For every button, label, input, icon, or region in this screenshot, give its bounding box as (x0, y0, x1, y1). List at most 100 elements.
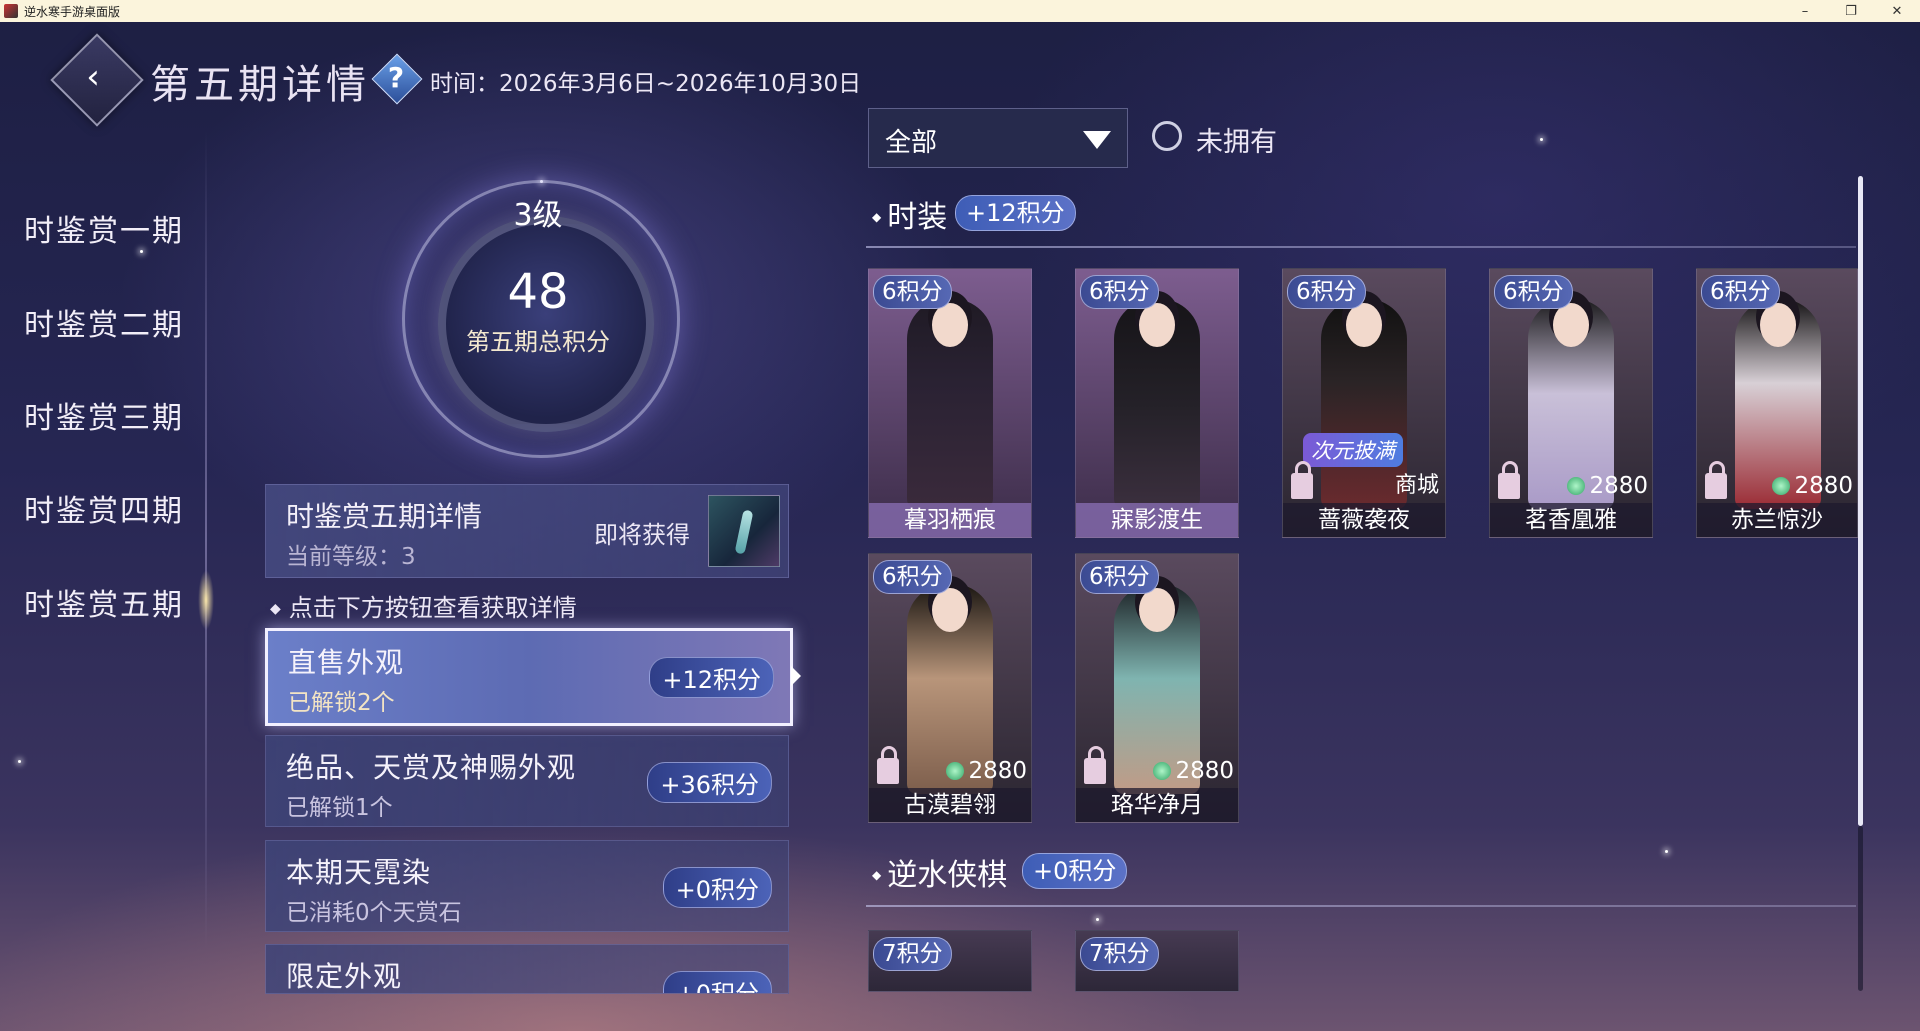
outfit-points-badge: 6积分 (1701, 275, 1780, 309)
outfit-points-badge: 6积分 (1080, 275, 1159, 309)
jade-coin-icon (946, 762, 965, 780)
lock-icon (1705, 461, 1727, 499)
outfit-card[interactable]: 6积分 2880 古漠碧翎 (868, 553, 1032, 823)
outfit-points-badge: 6积分 (1287, 275, 1366, 309)
chess-points-badge: 7积分 (873, 937, 952, 971)
outfit-name: 珞华净月 (1076, 788, 1238, 822)
star-decoration (1540, 138, 1543, 141)
source-name: 绝品、天赏及神赐外观 (286, 751, 577, 784)
hint-text: 点击下方按钮查看获取详情 (270, 588, 577, 623)
section-divider (866, 246, 1856, 248)
source-limited-appearance[interactable]: 限定外观 +0积分 (265, 944, 789, 994)
source-sub: 已解锁2个 (288, 690, 395, 716)
window-title: 逆水寒手游桌面版 (24, 4, 121, 19)
dropdown-caret-icon (1083, 131, 1111, 149)
minimize-button[interactable]: – (1782, 0, 1828, 22)
reward-thumbnail[interactable] (708, 495, 780, 567)
source-points-badge: +12积分 (649, 657, 774, 698)
unowned-label[interactable]: 未拥有 (1196, 120, 1277, 159)
source-sub: 已解锁1个 (286, 795, 393, 821)
back-arrow-icon[interactable]: ‹ (68, 60, 118, 94)
source-name: 本期天霓染 (286, 856, 432, 889)
maximize-button[interactable]: ❐ (1828, 0, 1874, 22)
lock-icon (1498, 461, 1520, 499)
outfit-price-value: 2880 (968, 758, 1027, 784)
unowned-radio[interactable] (1152, 121, 1182, 151)
lock-icon (877, 746, 899, 784)
nav-divider (205, 130, 207, 950)
nav-item-period-4[interactable]: 时鉴赏四期 (24, 486, 184, 530)
page-title: 第五期详情 (150, 62, 370, 108)
jade-coin-icon (1153, 762, 1172, 780)
nav-item-period-5[interactable]: 时鉴赏五期 (24, 580, 184, 624)
period-time: 时间：2026年3月6日~2026年10月30日 (430, 71, 862, 97)
outfit-card[interactable]: 6积分 次元披满 商城 蔷薇袭夜 (1282, 268, 1446, 538)
outfit-head (1139, 303, 1175, 347)
outfit-card[interactable]: 6积分 2880 赤兰惊沙 (1696, 268, 1858, 538)
active-pointer-icon (791, 666, 801, 686)
outfit-tag: 次元披满 (1303, 433, 1403, 467)
scrollbar-track[interactable] (1858, 826, 1863, 991)
section-badge-chess: +0积分 (1022, 853, 1128, 889)
nav-active-indicator (198, 570, 214, 630)
outfit-head (1760, 303, 1796, 347)
outfit-points-badge: 6积分 (873, 560, 952, 594)
outfit-name: 古漠碧翎 (869, 788, 1031, 822)
category-filter-select[interactable]: 全部 (868, 108, 1128, 168)
outfit-price: 2880 (1153, 758, 1234, 784)
scrollbar-thumb[interactable] (1858, 176, 1863, 826)
star-decoration (1665, 850, 1668, 853)
outfit-price: 2880 (946, 758, 1027, 784)
outfit-card[interactable]: 6积分 2880 珞华净月 (1075, 553, 1239, 823)
source-points-badge: +0积分 (662, 867, 772, 908)
detail-soon-label: 即将获得 (594, 521, 690, 549)
app-icon (4, 4, 18, 18)
outfit-price-value: 2880 (1175, 758, 1234, 784)
outfit-price: 2880 (1567, 473, 1648, 499)
source-direct-sale[interactable]: 直售外观 已解锁2个 +12积分 (265, 628, 793, 726)
section-title-fashion: 时装 (872, 192, 947, 236)
nav-item-period-3[interactable]: 时鉴赏三期 (24, 393, 184, 437)
outfit-name: 茗香凰雅 (1490, 503, 1652, 537)
section-title-chess: 逆水侠棋 (872, 850, 1007, 894)
lock-icon (1084, 746, 1106, 784)
star-decoration (1096, 918, 1099, 921)
chess-card[interactable]: 7积分 (1075, 930, 1239, 992)
outfit-card[interactable]: 6积分 暮羽栖痕 (868, 268, 1032, 538)
star-decoration (18, 760, 21, 763)
outfit-shop-label: 商城 (1394, 473, 1439, 498)
outfit-head (1346, 303, 1382, 347)
nav-item-period-1[interactable]: 时鉴赏一期 (24, 206, 184, 250)
period-detail-card[interactable]: 时鉴赏五期详情 当前等级：3 即将获得 (265, 484, 789, 578)
close-button[interactable]: ✕ (1874, 0, 1920, 22)
outfit-points-badge: 6积分 (873, 275, 952, 309)
section-divider (866, 905, 1856, 907)
help-question-mark[interactable]: ? (379, 58, 413, 98)
total-score-label: 第五期总积分 (466, 328, 610, 356)
outfit-head (1553, 303, 1589, 347)
outfit-head (932, 588, 968, 632)
source-name: 限定外观 (286, 960, 403, 993)
filter-selected-value: 全部 (885, 128, 938, 158)
outfit-card[interactable]: 6积分 寐影渡生 (1075, 268, 1239, 538)
outfit-price-value: 2880 (1794, 473, 1853, 499)
level-label: 3级 (513, 198, 563, 233)
lock-icon (1291, 461, 1313, 499)
detail-title: 时鉴赏五期详情 (286, 500, 483, 533)
outfit-name: 蔷薇袭夜 (1283, 503, 1445, 537)
outfit-name: 暮羽栖痕 (869, 503, 1031, 537)
source-premium-appearance[interactable]: 绝品、天赏及神赐外观 已解锁1个 +36积分 (265, 735, 789, 827)
outfit-name: 寐影渡生 (1076, 503, 1238, 537)
source-dye[interactable]: 本期天霓染 已消耗0个天赏石 +0积分 (265, 840, 789, 932)
nav-item-period-2[interactable]: 时鉴赏二期 (24, 300, 184, 344)
total-score: 48 (507, 264, 569, 320)
source-points-badge: +36积分 (647, 762, 772, 803)
outfit-head (932, 303, 968, 347)
outfit-head (1139, 588, 1175, 632)
jade-coin-icon (1567, 477, 1586, 495)
outfit-name: 赤兰惊沙 (1697, 503, 1857, 537)
chess-card[interactable]: 7积分 (868, 930, 1032, 992)
section-badge-fashion: +12积分 (955, 195, 1076, 231)
source-sub: 已消耗0个天赏石 (286, 900, 462, 926)
outfit-card[interactable]: 6积分 2880 茗香凰雅 (1489, 268, 1653, 538)
